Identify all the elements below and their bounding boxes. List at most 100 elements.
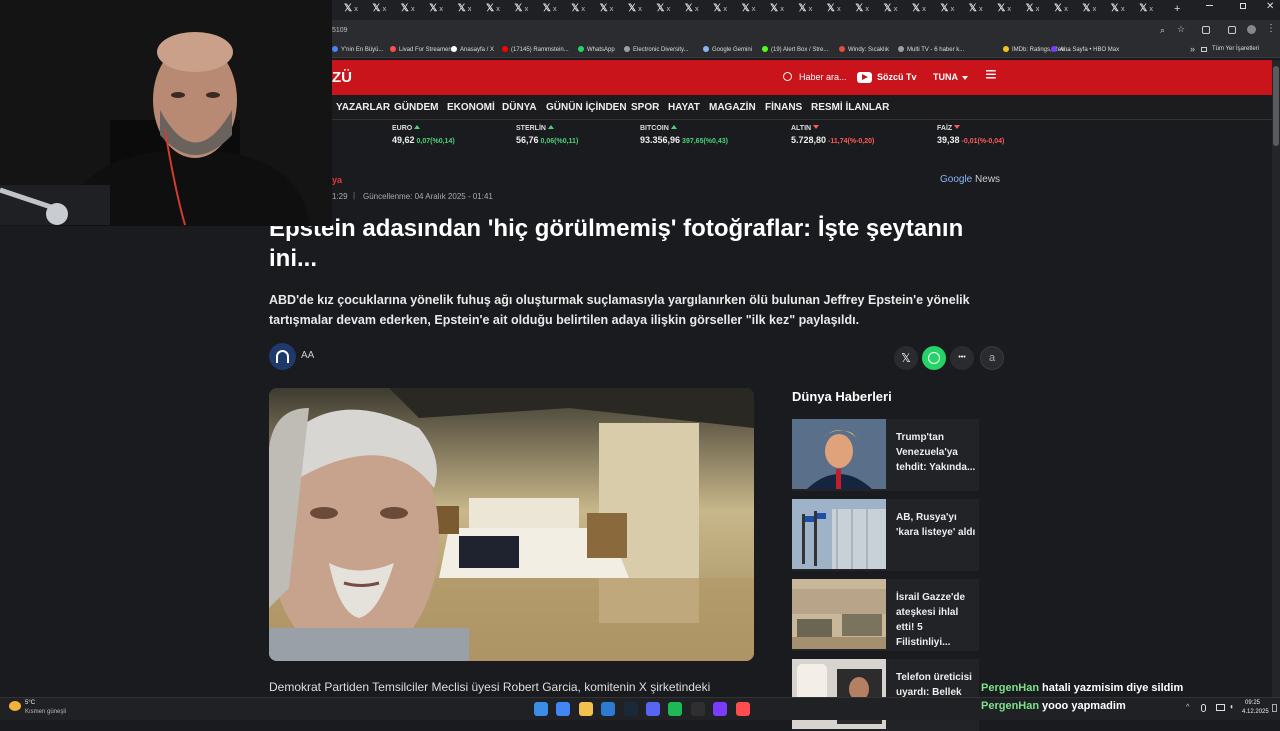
tab-close-icon[interactable]: x (1064, 6, 1068, 13)
bookmark-item[interactable]: Anasayfa / X (451, 46, 494, 53)
nav-item-4[interactable]: GÜNÜN İÇİNDEN (546, 102, 627, 113)
browser-tab[interactable]: 𝕏x (884, 3, 910, 17)
volume-icon[interactable]: ◖ (1229, 702, 1234, 711)
share-x-button[interactable]: 𝕏 (894, 346, 918, 370)
zoom-icon[interactable]: ⌕ (1160, 25, 1165, 36)
bookmark-item[interactable]: Electronic Diversity... (624, 46, 689, 53)
minimize-icon[interactable] (1206, 5, 1213, 6)
tab-close-icon[interactable]: x (1149, 6, 1153, 13)
search-icon[interactable] (783, 72, 792, 81)
hamburger-menu-icon[interactable]: ≡ (985, 63, 997, 87)
tab-close-icon[interactable]: x (780, 6, 784, 13)
news-thumbnail[interactable] (792, 419, 886, 489)
tab-close-icon[interactable]: x (610, 6, 614, 13)
browser-tab[interactable]: 𝕏x (969, 3, 995, 17)
tab-close-icon[interactable]: x (922, 6, 926, 13)
nav-item-8[interactable]: FİNANS (765, 102, 802, 113)
tab-close-icon[interactable]: x (979, 6, 983, 13)
tab-close-icon[interactable]: x (468, 6, 472, 13)
browser-tab[interactable]: 𝕏x (1111, 3, 1137, 17)
chrome-icon[interactable] (556, 702, 571, 716)
extensions-icon[interactable] (1202, 26, 1210, 34)
sidebar-news-item[interactable]: İsrail Gazze'de ateşkesi ihlal etti! 5 F… (792, 579, 979, 651)
display-icon[interactable] (1216, 704, 1225, 711)
browser-tab[interactable]: 𝕏x (401, 3, 427, 17)
browser-tab[interactable]: 𝕏x (486, 3, 512, 17)
bookmark-item[interactable]: Multi TV - 6 haber k... (898, 46, 964, 53)
microphone-icon[interactable] (1201, 704, 1206, 712)
browser-tab[interactable]: 𝕏x (770, 3, 796, 17)
news-title[interactable]: Trump'tan Venezuela'ya tehdit: Yakında..… (896, 430, 978, 475)
tab-close-icon[interactable]: x (695, 6, 699, 13)
sozcu-tv-link[interactable]: Sözcü Tv (877, 72, 917, 82)
bookmark-item[interactable]: WhatsApp (578, 46, 615, 53)
browser-tab[interactable]: 𝕏x (685, 3, 711, 17)
tab-close-icon[interactable]: x (439, 6, 443, 13)
tab-close-icon[interactable]: x (837, 6, 841, 13)
tab-close-icon[interactable]: x (865, 6, 869, 13)
epic-games-icon[interactable] (690, 702, 705, 716)
bookmark-item[interactable]: (17145) Rammstein... (502, 46, 569, 53)
bookmark-item[interactable]: Livad For Streamers (390, 46, 453, 53)
browser-tab[interactable]: 𝕏x (656, 3, 682, 17)
browser-tab[interactable]: 𝕏x (1054, 3, 1080, 17)
nav-item-1[interactable]: GÜNDEM (394, 102, 438, 113)
tab-close-icon[interactable]: x (894, 6, 898, 13)
bookmark-item[interactable]: Windy: Sıcaklık (839, 46, 889, 53)
browser-tab[interactable]: 𝕏x (571, 3, 597, 17)
file-explorer-icon[interactable] (578, 702, 593, 716)
browser-tab[interactable]: 𝕏x (1026, 3, 1052, 17)
news-title[interactable]: İsrail Gazze'de ateşkesi ihlal etti! 5 F… (896, 590, 978, 650)
font-size-button[interactable]: a (980, 346, 1004, 370)
browser-tab[interactable]: 𝕏x (1082, 3, 1108, 17)
bookmark-item[interactable]: (19) Alert Box / Stre... (762, 46, 828, 53)
tab-close-icon[interactable]: x (1092, 6, 1096, 13)
browser-menu-icon[interactable]: ⋮ (1266, 23, 1276, 34)
nav-item-2[interactable]: EKONOMİ (447, 102, 495, 113)
clock-date[interactable]: 4.12.2025 (1242, 709, 1269, 715)
nav-item-3[interactable]: DÜNYA (502, 102, 537, 113)
steam-icon[interactable] (623, 702, 638, 716)
sidebar-news-item[interactable]: Trump'tan Venezuela'ya tehdit: Yakında..… (792, 419, 979, 491)
browser-tab[interactable]: 𝕏x (628, 3, 654, 17)
tab-close-icon[interactable]: x (382, 6, 386, 13)
scrollbar-thumb[interactable] (1273, 66, 1279, 146)
browser-tab[interactable]: 𝕏x (458, 3, 484, 17)
browser-tab[interactable]: 𝕏x (827, 3, 853, 17)
tab-close-icon[interactable]: x (638, 6, 642, 13)
browser-tab[interactable]: 𝕏x (798, 3, 824, 17)
browser-tab[interactable]: 𝕏x (742, 3, 768, 17)
bookmark-item[interactable]: Google Gemini (703, 46, 752, 53)
category-label[interactable]: ya (332, 175, 342, 185)
notifications-icon[interactable] (1272, 704, 1277, 712)
tab-close-icon[interactable]: x (354, 6, 358, 13)
sidebar-news-item[interactable]: AB, Rusya'yı 'kara listeye' aldı (792, 499, 979, 571)
browser-tab[interactable]: 𝕏x (940, 3, 966, 17)
maximize-icon[interactable] (1240, 3, 1246, 9)
tab-close-icon[interactable]: x (581, 6, 585, 13)
downloads-icon[interactable] (1228, 26, 1236, 34)
profile-avatar[interactable] (1247, 25, 1256, 34)
tab-close-icon[interactable]: x (411, 6, 415, 13)
tab-close-icon[interactable]: x (666, 6, 670, 13)
nav-item-9[interactable]: RESMİ İLANLAR (811, 102, 889, 113)
tab-close-icon[interactable]: x (1007, 6, 1011, 13)
article-main-image[interactable] (269, 388, 754, 661)
browser-tab[interactable]: 𝕏x (713, 3, 739, 17)
tab-close-icon[interactable]: x (496, 6, 500, 13)
tray-chevron-up-icon[interactable]: ^ (1186, 704, 1189, 711)
search-input[interactable]: Haber ara... (799, 72, 847, 82)
browser-tab[interactable]: 𝕏x (514, 3, 540, 17)
nav-item-6[interactable]: HAYAT (668, 102, 700, 113)
twitch-icon[interactable] (713, 702, 728, 716)
browser-tab[interactable]: 𝕏x (372, 3, 398, 17)
browser-tab[interactable]: 𝕏x (1139, 3, 1165, 17)
share-more-button[interactable]: ••• (950, 346, 974, 370)
share-whatsapp-button[interactable] (922, 346, 946, 370)
sidebar-news-item[interactable]: Telefon üreticisi uyardı: Bellek krizi (792, 659, 979, 731)
google-news-link[interactable]: Google News (940, 174, 1000, 185)
tab-close-icon[interactable]: x (553, 6, 557, 13)
tab-close-icon[interactable]: x (752, 6, 756, 13)
nav-item-0[interactable]: YAZARLAR (336, 102, 390, 113)
browser-tab[interactable]: 𝕏x (344, 3, 370, 17)
